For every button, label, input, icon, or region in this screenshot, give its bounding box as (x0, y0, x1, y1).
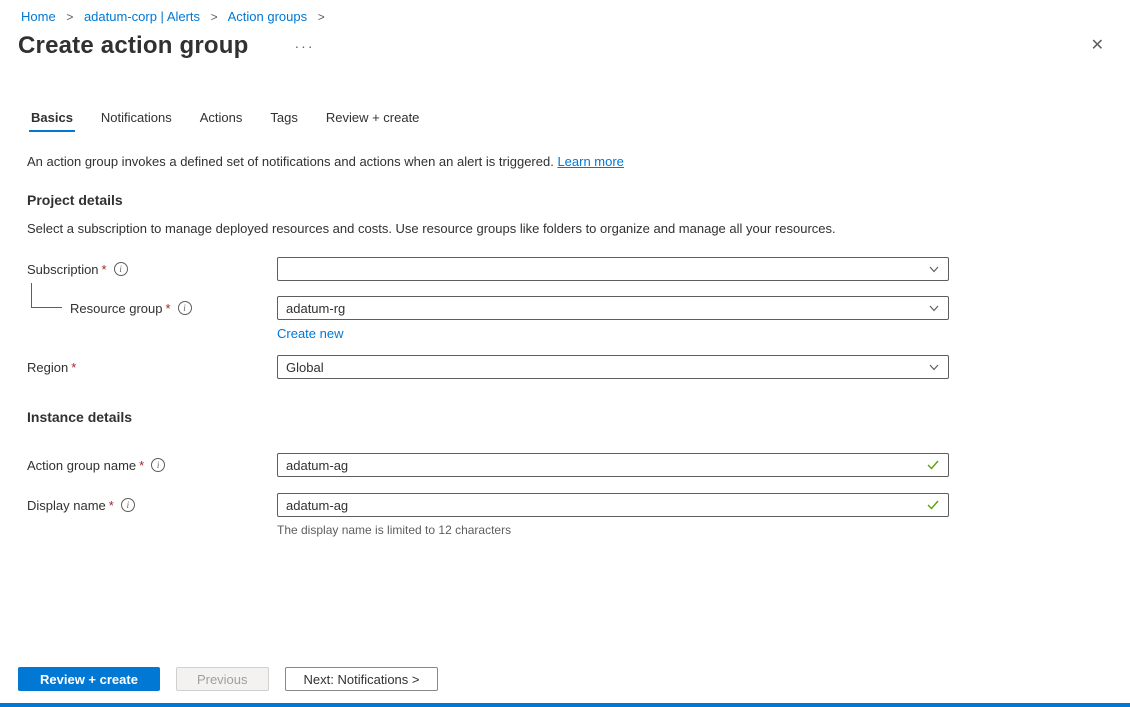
breadcrumb-home[interactable]: Home (21, 9, 56, 24)
breadcrumb-alerts[interactable]: adatum-corp | Alerts (84, 9, 200, 24)
region-value: Global (286, 359, 324, 375)
info-icon[interactable]: i (113, 262, 128, 276)
create-new-row: Create new (277, 326, 1103, 341)
required-asterisk: * (165, 300, 171, 316)
intro-text: An action group invokes a defined set of… (27, 154, 1103, 169)
subscription-label: Subscription (27, 261, 99, 277)
region-label-group: Region * (27, 355, 277, 379)
info-icon[interactable]: i (151, 458, 166, 472)
subscription-dropdown[interactable] (277, 257, 949, 281)
breadcrumb-separator: > (210, 10, 218, 24)
review-create-button[interactable]: Review + create (18, 667, 160, 691)
display-name-input[interactable] (286, 494, 926, 516)
display-name-row: Display name * i The display name is lim… (27, 493, 1103, 537)
action-group-name-input[interactable] (286, 454, 926, 476)
breadcrumb-separator: > (317, 10, 325, 24)
tab-review-create[interactable]: Review + create (326, 110, 420, 134)
required-asterisk: * (101, 261, 107, 277)
required-asterisk: * (139, 457, 145, 473)
action-group-name-field-wrap (277, 453, 949, 477)
next-notifications-button[interactable]: Next: Notifications > (284, 667, 439, 691)
region-dropdown[interactable]: Global (277, 355, 949, 379)
info-icon[interactable]: i (177, 301, 192, 315)
required-asterisk: * (71, 359, 77, 375)
chevron-down-icon (928, 263, 940, 275)
resource-group-dropdown[interactable]: adatum-rg (277, 296, 949, 320)
tab-basics[interactable]: Basics (29, 110, 75, 134)
display-name-field-wrap (277, 493, 949, 517)
valid-check-icon (926, 459, 940, 471)
resource-group-label: Resource group (70, 300, 163, 316)
basics-tab-content: An action group invokes a defined set of… (0, 154, 1130, 537)
project-details-heading: Project details (27, 192, 123, 208)
display-name-helper-text: The display name is limited to 12 charac… (277, 523, 512, 537)
learn-more-link[interactable]: Learn more (557, 154, 623, 169)
breadcrumb-action-groups[interactable]: Action groups (228, 9, 308, 24)
tab-tags[interactable]: Tags (270, 110, 297, 134)
subscription-row: Subscription * i (27, 257, 1103, 281)
close-icon[interactable]: ✕ (1091, 38, 1104, 54)
region-row: Region * Global (27, 355, 1103, 379)
more-options-icon[interactable]: ··· (295, 38, 315, 54)
display-name-label-group: Display name * i (27, 493, 277, 517)
chevron-down-icon (928, 361, 940, 373)
valid-check-icon (926, 499, 940, 511)
display-name-label: Display name (27, 497, 106, 513)
page-title: Create action group (18, 32, 249, 59)
tab-bar: Basics Notifications Actions Tags Review… (0, 110, 1130, 134)
region-label: Region (27, 359, 69, 375)
instance-details-heading: Instance details (27, 409, 133, 425)
create-new-link[interactable]: Create new (277, 326, 343, 341)
resource-group-value: adatum-rg (286, 300, 346, 316)
page-header: Create action group ··· ✕ (18, 32, 1104, 60)
action-group-name-label-group: Action group name * i (27, 453, 277, 477)
action-group-name-row: Action group name * i (27, 453, 1103, 477)
subscription-label-group: Subscription * i (27, 257, 277, 281)
previous-button[interactable]: Previous (175, 667, 269, 691)
action-group-name-label: Action group name (27, 457, 137, 473)
chevron-down-icon (928, 302, 940, 314)
footer-actions: Review + create Previous Next: Notificat… (18, 667, 439, 691)
resource-group-row: Resource group * i adatum-rg (27, 283, 1103, 320)
info-icon[interactable]: i (120, 498, 135, 512)
intro-description: An action group invokes a defined set of… (27, 154, 558, 169)
tree-connector (31, 283, 62, 308)
breadcrumb-separator: > (66, 10, 74, 24)
tab-actions[interactable]: Actions (200, 110, 243, 134)
resource-group-label-group: Resource group * i (27, 283, 277, 320)
project-details-description: Select a subscription to manage deployed… (27, 221, 836, 236)
required-asterisk: * (108, 497, 114, 513)
tab-notifications[interactable]: Notifications (101, 110, 172, 134)
breadcrumb: Home > adatum-corp | Alerts > Action gro… (0, 0, 1130, 24)
bottom-accent-bar (0, 703, 1130, 707)
